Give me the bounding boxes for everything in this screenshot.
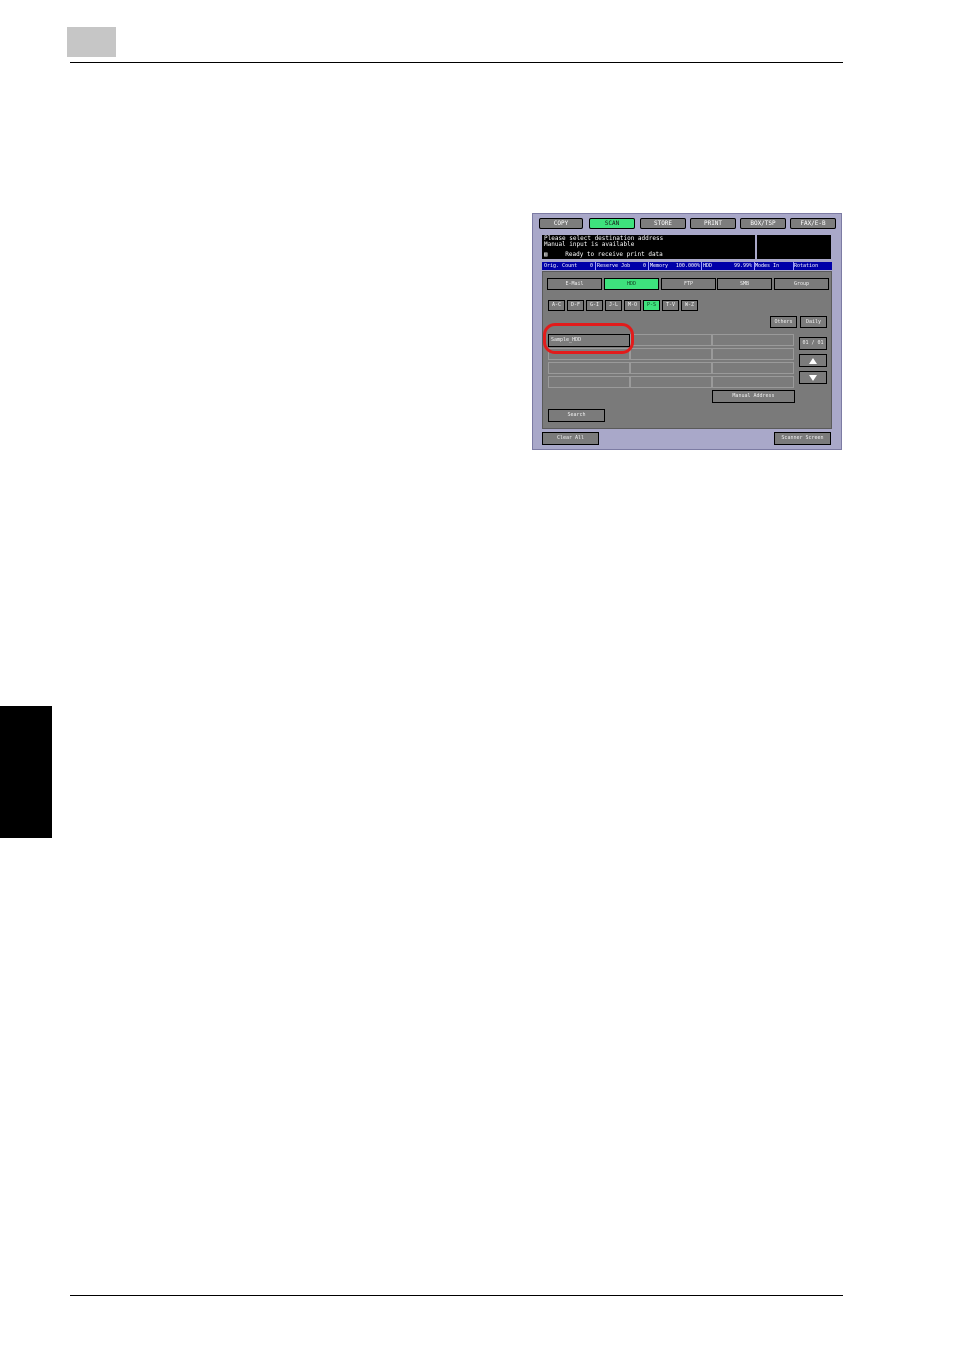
- address-cell-empty[interactable]: [712, 334, 794, 346]
- dest-tab-group[interactable]: Group: [774, 278, 829, 290]
- alpha-tab-a-c[interactable]: A-C: [548, 300, 565, 311]
- mode-tab-store[interactable]: STORE: [640, 218, 686, 229]
- manual-address-button[interactable]: Manual Address: [712, 390, 795, 403]
- status-rotation: Rotation: [794, 263, 819, 269]
- footer-rule: [70, 1295, 843, 1296]
- hdd-value: 99.99%: [733, 263, 752, 269]
- down-arrow-icon: [809, 374, 817, 381]
- selection-highlight-ring: [543, 323, 634, 354]
- daily-button[interactable]: Daily: [800, 316, 827, 328]
- address-cell-empty[interactable]: [630, 376, 712, 388]
- printer-status-line: ▧ Ready to receive print data: [544, 252, 753, 258]
- search-button[interactable]: Search: [548, 409, 605, 422]
- address-cell-empty[interactable]: [630, 362, 712, 374]
- alpha-tab-w-z[interactable]: W-Z: [681, 300, 698, 311]
- mode-tab-scan[interactable]: SCAN: [589, 218, 635, 229]
- hdd-label: HDD: [703, 263, 713, 269]
- address-cell-empty[interactable]: [548, 376, 630, 388]
- alpha-tab-j-l[interactable]: J-L: [605, 300, 622, 311]
- page-indicator: 01 / 01: [799, 337, 827, 350]
- ready-message: Ready to receive print data: [565, 251, 663, 258]
- scanner-screen-button[interactable]: Scanner Screen: [774, 432, 831, 445]
- address-cell-empty[interactable]: [712, 376, 794, 388]
- address-cell-empty[interactable]: [548, 362, 630, 374]
- alpha-tab-d-f[interactable]: D-F: [567, 300, 584, 311]
- dest-tab-email[interactable]: E-Mail: [547, 278, 602, 290]
- mode-tab-copy[interactable]: COPY: [539, 218, 583, 229]
- reserve-job-label: Reserve Job: [597, 263, 631, 269]
- header-rule: [70, 62, 843, 63]
- reserve-job-value: 0: [642, 263, 646, 269]
- message-area-right: [757, 235, 831, 259]
- status-modes: Modes In: [754, 262, 794, 270]
- mode-tab-print[interactable]: PRINT: [690, 218, 736, 229]
- message-area: Please select destination address Manual…: [542, 235, 755, 259]
- alpha-tab-t-v[interactable]: T-V: [662, 300, 679, 311]
- status-bar: Orig. Count 0 Reserve Job 0 Memory 100.0…: [542, 262, 832, 270]
- address-cell-empty[interactable]: [712, 348, 794, 360]
- others-button[interactable]: Others: [770, 316, 797, 328]
- clear-all-button[interactable]: Clear All: [542, 432, 599, 445]
- printer-icon: ▧: [544, 251, 548, 258]
- scroll-up-button[interactable]: [799, 354, 827, 367]
- memory-label: Memory: [650, 263, 669, 269]
- dest-tab-hdd[interactable]: HDD: [604, 278, 659, 290]
- chapter-number-box: [67, 27, 116, 57]
- status-orig-count: Orig. Count 0: [542, 262, 596, 270]
- status-memory: Memory 100.000%: [648, 262, 702, 270]
- up-arrow-icon: [809, 357, 817, 364]
- chapter-side-tab: [0, 706, 52, 838]
- mode-tab-fax[interactable]: FAX/E-B: [790, 218, 836, 229]
- alpha-tab-p-s[interactable]: P-S: [643, 300, 660, 311]
- memory-value: 100.000%: [675, 263, 700, 269]
- scroll-down-button[interactable]: [799, 371, 827, 384]
- message-line-2: Manual input is available: [544, 241, 635, 248]
- alpha-tab-m-o[interactable]: M-O: [624, 300, 641, 311]
- status-reserve-job: Reserve Job 0: [595, 262, 649, 270]
- dest-tab-ftp[interactable]: FTP: [661, 278, 716, 290]
- address-cell-empty[interactable]: [630, 348, 712, 360]
- orig-count-label: Orig. Count: [544, 263, 578, 269]
- orig-count-value: 0: [589, 263, 593, 269]
- alpha-tab-g-i[interactable]: G-I: [586, 300, 603, 311]
- address-cell-empty[interactable]: [630, 334, 712, 346]
- address-cell-empty[interactable]: [712, 362, 794, 374]
- mode-tab-box[interactable]: BOX/TSP: [740, 218, 786, 229]
- status-hdd: HDD 99.99%: [701, 262, 755, 270]
- dest-tab-smb[interactable]: SMB: [717, 278, 772, 290]
